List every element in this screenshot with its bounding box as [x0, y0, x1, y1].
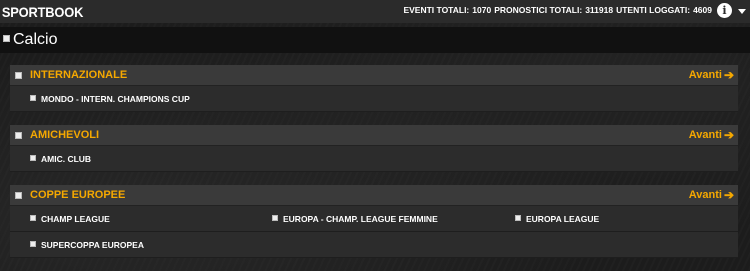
- avanti-link[interactable]: Avanti ➔: [689, 129, 734, 141]
- group-internazionale: INTERNAZIONALE Avanti ➔ MONDO - INTERN. …: [10, 65, 738, 112]
- eventi-label: EVENTI TOTALI:: [403, 5, 470, 15]
- league-item[interactable]: CHAMP LEAGUE: [30, 206, 110, 232]
- league-checkbox[interactable]: [30, 154, 36, 161]
- league-checkbox[interactable]: [515, 214, 521, 221]
- league-checkbox[interactable]: [30, 240, 36, 247]
- league-checkbox[interactable]: [30, 214, 36, 221]
- pronostici-value: 311918: [585, 5, 614, 15]
- sport-checkbox[interactable]: [3, 34, 10, 42]
- arrow-right-icon: ➔: [723, 68, 734, 82]
- league-label: AMIC. CLUB: [41, 154, 92, 164]
- group-title: AMICHEVOLI: [30, 129, 100, 141]
- group-header: AMICHEVOLI Avanti ➔: [10, 125, 738, 146]
- league-item[interactable]: EUROPA - CHAMP. LEAGUE FEMMINE: [272, 206, 438, 232]
- brand-title: SPORTBOOK: [1, 3, 84, 20]
- avanti-link[interactable]: Avanti ➔: [689, 189, 734, 201]
- arrow-right-icon: ➔: [723, 188, 734, 202]
- caret-down-icon[interactable]: [738, 9, 746, 14]
- info-icon[interactable]: i: [717, 3, 732, 18]
- group-header: INTERNAZIONALE Avanti ➔: [10, 65, 738, 86]
- league-row: AMIC. CLUB: [10, 146, 738, 172]
- league-label: CHAMP LEAGUE: [41, 214, 110, 224]
- league-label: MONDO - INTERN. CHAMPIONS CUP: [41, 94, 190, 104]
- group-checkbox[interactable]: [15, 71, 22, 79]
- avanti-link[interactable]: Avanti ➔: [689, 69, 734, 81]
- avanti-label: Avanti: [688, 69, 722, 81]
- avanti-label: Avanti: [688, 129, 722, 141]
- avanti-label: Avanti: [688, 189, 722, 201]
- group-title: COPPE EUROPEE: [30, 189, 126, 201]
- utenti-value: 4609: [693, 5, 712, 15]
- top-bar: SPORTBOOK EVENTI TOTALI: 1070 PRONOSTICI…: [0, 0, 750, 23]
- group-checkbox[interactable]: [15, 131, 22, 139]
- eventi-value: 1070: [472, 5, 492, 15]
- pronostici-label: PRONOSTICI TOTALI:: [494, 5, 583, 15]
- league-label: EUROPA LEAGUE: [526, 214, 600, 224]
- league-item[interactable]: AMIC. CLUB: [30, 146, 91, 172]
- league-label: EUROPA - CHAMP. LEAGUE FEMMINE: [283, 214, 438, 224]
- group-checkbox[interactable]: [15, 191, 22, 199]
- league-row: MONDO - INTERN. CHAMPIONS CUP: [10, 86, 738, 112]
- league-item[interactable]: EUROPA LEAGUE: [515, 206, 599, 232]
- sport-title: Calcio: [13, 31, 58, 48]
- site-stats: EVENTI TOTALI: 1070 PRONOSTICI TOTALI: 3…: [403, 5, 712, 15]
- league-item[interactable]: SUPERCOPPA EUROPEA: [30, 232, 144, 258]
- league-label: SUPERCOPPA EUROPEA: [41, 240, 144, 250]
- group-coppe-europee: COPPE EUROPEE Avanti ➔ CHAMP LEAGUE EURO…: [10, 185, 738, 258]
- group-header: COPPE EUROPEE Avanti ➔: [10, 185, 738, 206]
- league-checkbox[interactable]: [272, 214, 278, 221]
- league-row: CHAMP LEAGUE EUROPA - CHAMP. LEAGUE FEMM…: [10, 206, 738, 232]
- group-amichevoli: AMICHEVOLI Avanti ➔ AMIC. CLUB: [10, 125, 738, 172]
- utenti-label: UTENTI LOGGATI:: [616, 5, 691, 15]
- arrow-right-icon: ➔: [723, 128, 734, 142]
- league-row: SUPERCOPPA EUROPEA: [10, 232, 738, 258]
- league-item[interactable]: MONDO - INTERN. CHAMPIONS CUP: [30, 86, 190, 112]
- league-checkbox[interactable]: [30, 94, 36, 101]
- group-title: INTERNAZIONALE: [30, 69, 128, 81]
- sport-header: Calcio: [0, 27, 750, 53]
